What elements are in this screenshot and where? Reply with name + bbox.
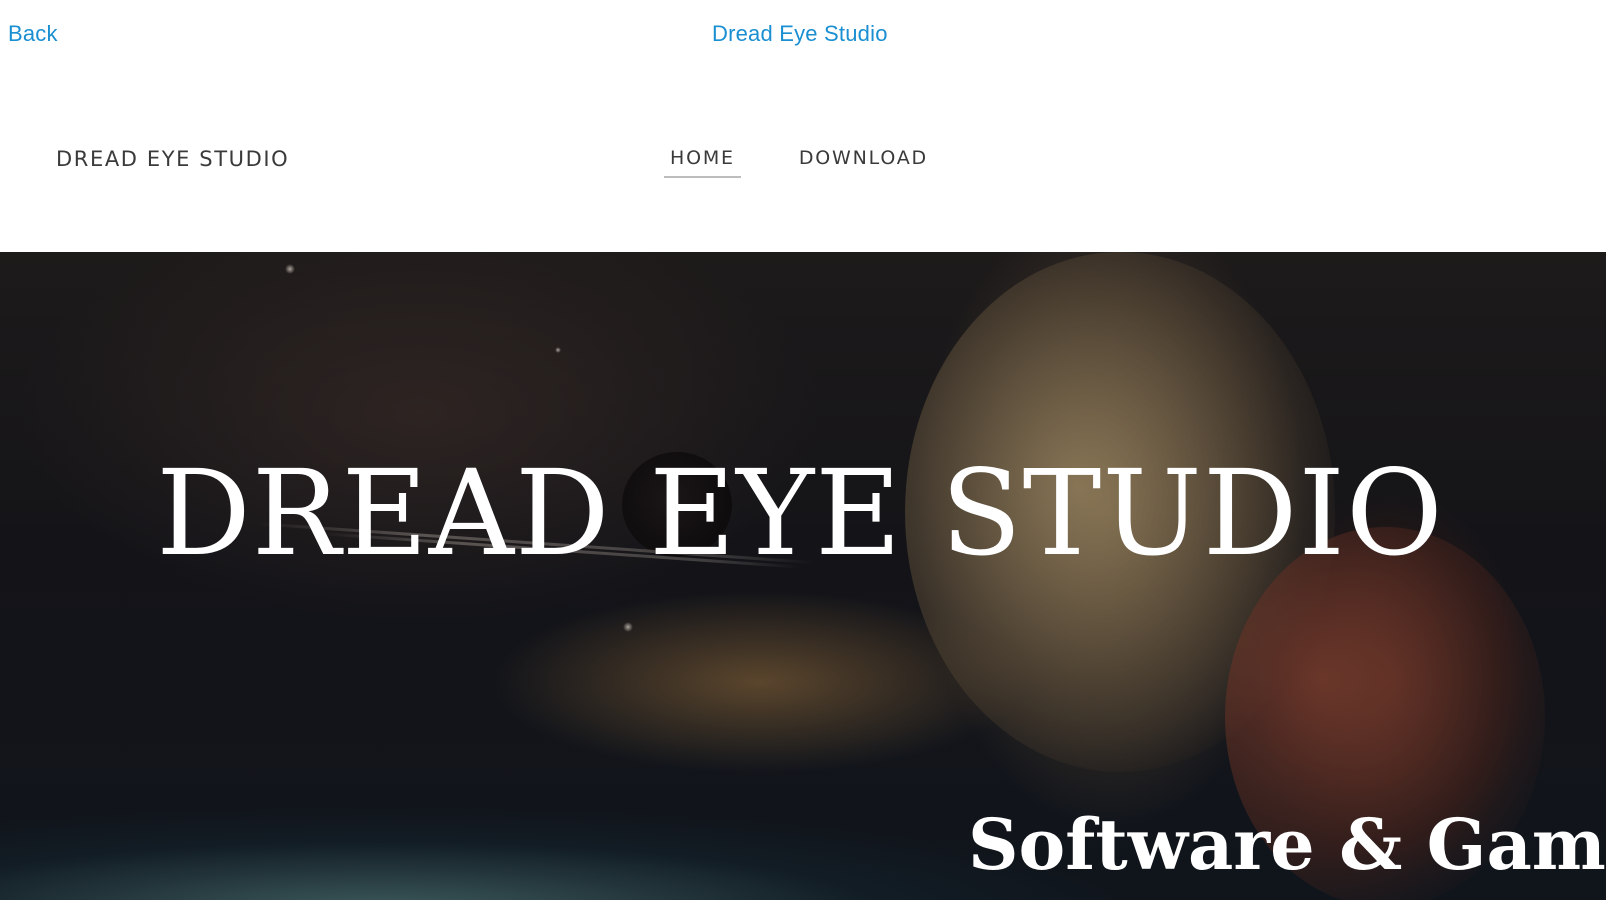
nav-item-download[interactable]: DOWNLOAD [793, 147, 934, 178]
hero-star [555, 347, 561, 353]
nav-item-home[interactable]: HOME [664, 147, 741, 178]
hero-subtitle: Software & Game [968, 803, 1606, 886]
top-navigation-bar: Back Dread Eye Studio [0, 0, 1606, 70]
top-bar-title: Dread Eye Studio [712, 21, 888, 46]
main-nav: HOME DOWNLOAD [664, 147, 986, 178]
back-link[interactable]: Back [8, 21, 58, 47]
hero-star [623, 622, 633, 632]
hero-banner: DREAD EYE STUDIO Software & Game [0, 252, 1606, 900]
site-logo-text[interactable]: DREAD EYE STUDIO [56, 147, 289, 171]
hero-star [285, 264, 295, 274]
page: Back Dread Eye Studio DREAD EYE STUDIO H… [0, 0, 1606, 900]
site-header: DREAD EYE STUDIO HOME DOWNLOAD [0, 70, 1606, 252]
hero-title: DREAD EYE STUDIO [156, 444, 1444, 583]
